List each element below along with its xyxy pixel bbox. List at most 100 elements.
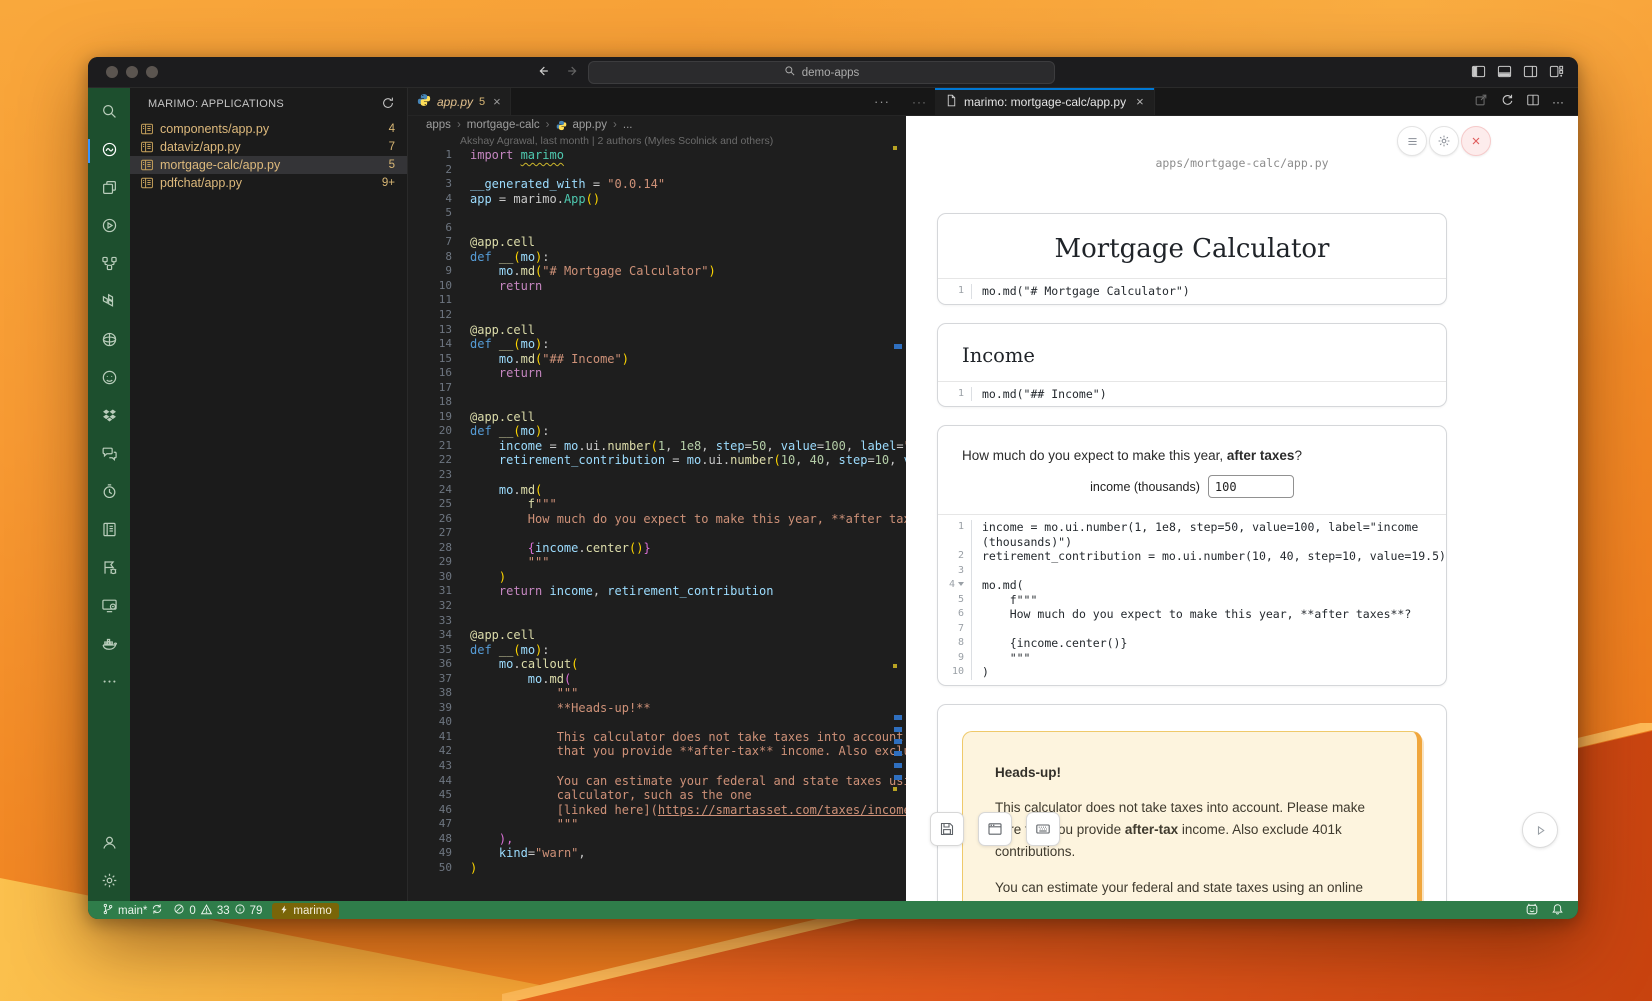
code-line[interactable]: 16 return	[408, 366, 906, 381]
code-line[interactable]: 43	[408, 759, 906, 774]
activity-account[interactable]	[88, 825, 130, 863]
minimize-window-button[interactable]	[126, 66, 138, 78]
problems-status[interactable]: 0 33 79	[173, 903, 262, 919]
code-line[interactable]: 30 )	[408, 570, 906, 585]
close-window-button[interactable]	[106, 66, 118, 78]
run-app-button[interactable]	[1522, 812, 1558, 848]
code-line[interactable]: 9 mo.md("# Mortgage Calculator")	[408, 264, 906, 279]
refresh-icon[interactable]	[381, 96, 395, 113]
income-number-input[interactable]	[1208, 475, 1294, 498]
code-line[interactable]: 15 mo.md("## Income")	[408, 352, 906, 367]
breadcrumb-item[interactable]: mortgage-calc	[467, 119, 540, 131]
activity-docker[interactable]	[88, 626, 130, 664]
code-line[interactable]: 32	[408, 599, 906, 614]
code-line[interactable]: 47 """	[408, 817, 906, 832]
code-line[interactable]: 1mo.md("## Income")	[938, 387, 1446, 402]
tab-marimo-preview[interactable]: marimo: mortgage-calc/app.py ×	[935, 88, 1155, 115]
code-line[interactable]: 38 """	[408, 686, 906, 701]
code-line[interactable]: 23	[408, 468, 906, 483]
code-editor[interactable]: Akshay Agrawal, last month | 2 authors (…	[408, 134, 906, 901]
keyboard-shortcuts-button[interactable]	[1026, 812, 1060, 846]
code-line[interactable]: 14def __(mo):	[408, 337, 906, 352]
code-line[interactable]: 21 income = mo.ui.number(1, 1e8, step=50…	[408, 439, 906, 454]
code-line[interactable]: 17	[408, 381, 906, 396]
activity-debug-flag[interactable]	[88, 550, 130, 588]
activity-run[interactable]	[88, 208, 130, 246]
code-line[interactable]: 3	[938, 564, 1446, 579]
code-line[interactable]: 24 mo.md(	[408, 483, 906, 498]
sidebar-file-pdfchat-app-py[interactable]: pdfchat/app.py9+	[130, 174, 407, 192]
code-line[interactable]: 6	[408, 221, 906, 236]
code-line[interactable]: 42 that you provide **after-tax** income…	[408, 744, 906, 759]
cell-code[interactable]: 1mo.md("# Mortgage Calculator")	[938, 279, 1446, 304]
code-line[interactable]: 44 You can estimate your federal and sta…	[408, 774, 906, 789]
code-line[interactable]: 31 return income, retirement_contributio…	[408, 584, 906, 599]
code-line[interactable]: 1mo.md("# Mortgage Calculator")	[938, 284, 1446, 299]
code-line[interactable]: 4mo.md(	[938, 578, 1446, 593]
activity-more[interactable]	[88, 664, 130, 702]
code-line[interactable]: 8 {income.center()}	[938, 636, 1446, 651]
back-arrow-icon[interactable]	[536, 64, 550, 78]
code-line[interactable]: 2	[408, 163, 906, 178]
activity-marimo[interactable]	[88, 132, 130, 170]
activity-terraform[interactable]	[88, 284, 130, 322]
code-line[interactable]: 7	[938, 622, 1446, 637]
code-line[interactable]: 2retirement_contribution = mo.ui.number(…	[938, 549, 1446, 564]
activity-duplicate[interactable]	[88, 170, 130, 208]
tab-close-icon[interactable]: ×	[1136, 94, 1144, 109]
code-line[interactable]: 5	[408, 206, 906, 221]
git-branch-status[interactable]: main*	[102, 903, 163, 918]
code-line[interactable]: 10)	[938, 665, 1446, 680]
activity-dropbox[interactable]	[88, 398, 130, 436]
code-line[interactable]: 50)	[408, 861, 906, 876]
code-line[interactable]: 13@app.cell	[408, 323, 906, 338]
activity-notebook[interactable]	[88, 512, 130, 550]
code-line[interactable]: 6 How much do you expect to make this ye…	[938, 607, 1446, 622]
overview-ruler[interactable]	[892, 88, 906, 901]
code-line[interactable]: 33	[408, 614, 906, 629]
code-line[interactable]: 45 calculator, such as the one	[408, 788, 906, 803]
code-line[interactable]: 39 **Heads-up!**	[408, 701, 906, 716]
code-line[interactable]: 40	[408, 715, 906, 730]
cell-code[interactable]: 1income = mo.ui.number(1, 1e8, step=50, …	[938, 515, 1446, 685]
code-line[interactable]: 11	[408, 293, 906, 308]
activity-comments[interactable]	[88, 436, 130, 474]
open-in-browser-button[interactable]	[978, 812, 1012, 846]
code-line[interactable]: 27	[408, 526, 906, 541]
code-line[interactable]: 5 f"""	[938, 593, 1446, 608]
code-line[interactable]: 34@app.cell	[408, 628, 906, 643]
code-line[interactable]: 22 retirement_contribution = mo.ui.numbe…	[408, 453, 906, 468]
code-line[interactable]: 20def __(mo):	[408, 424, 906, 439]
marimo-extension-status[interactable]: marimo	[272, 903, 338, 919]
sidebar-file-mortgage-calc-app-py[interactable]: mortgage-calc/app.py5	[130, 156, 407, 174]
forward-arrow-icon[interactable]	[566, 64, 580, 78]
notifications-bell-icon[interactable]	[1551, 903, 1564, 919]
code-line[interactable]: 28 {income.center()}	[408, 541, 906, 556]
tab-app-py[interactable]: app.py 5 ×	[408, 88, 511, 115]
code-line[interactable]: 18	[408, 395, 906, 410]
open-external-icon[interactable]	[1474, 93, 1488, 110]
fold-chevron-icon[interactable]	[958, 582, 964, 586]
code-line[interactable]: 25 f"""	[408, 497, 906, 512]
code-line[interactable]: 46 [linked here](https://smartasset.com/…	[408, 803, 906, 818]
code-line[interactable]: 19@app.cell	[408, 410, 906, 425]
tab-overflow-icon[interactable]: ···	[906, 88, 935, 115]
settings-gear-button[interactable]	[1429, 126, 1459, 156]
breadcrumb-item[interactable]: apps	[426, 119, 451, 131]
code-line[interactable]: 26 How much do you expect to make this y…	[408, 512, 906, 527]
code-line[interactable]: 4app = marimo.App()	[408, 192, 906, 207]
more-actions-icon[interactable]: ···	[1552, 95, 1564, 109]
reload-icon[interactable]	[1500, 93, 1514, 110]
code-line[interactable]: 3__generated_with = "0.0.14"	[408, 177, 906, 192]
activity-timer[interactable]	[88, 474, 130, 512]
sidebar-file-components-app-py[interactable]: components/app.py4	[130, 120, 407, 138]
menu-button[interactable]	[1397, 126, 1427, 156]
close-preview-button[interactable]	[1461, 126, 1491, 156]
activity-search[interactable]	[88, 94, 130, 132]
tab-close-icon[interactable]: ×	[493, 94, 501, 109]
cell-code[interactable]: 1mo.md("## Income")	[938, 382, 1446, 407]
split-editor-icon[interactable]	[1526, 93, 1540, 110]
code-line[interactable]: 7@app.cell	[408, 235, 906, 250]
code-line[interactable]: (thousands)")	[938, 535, 1446, 550]
activity-settings-gear[interactable]	[88, 863, 130, 901]
